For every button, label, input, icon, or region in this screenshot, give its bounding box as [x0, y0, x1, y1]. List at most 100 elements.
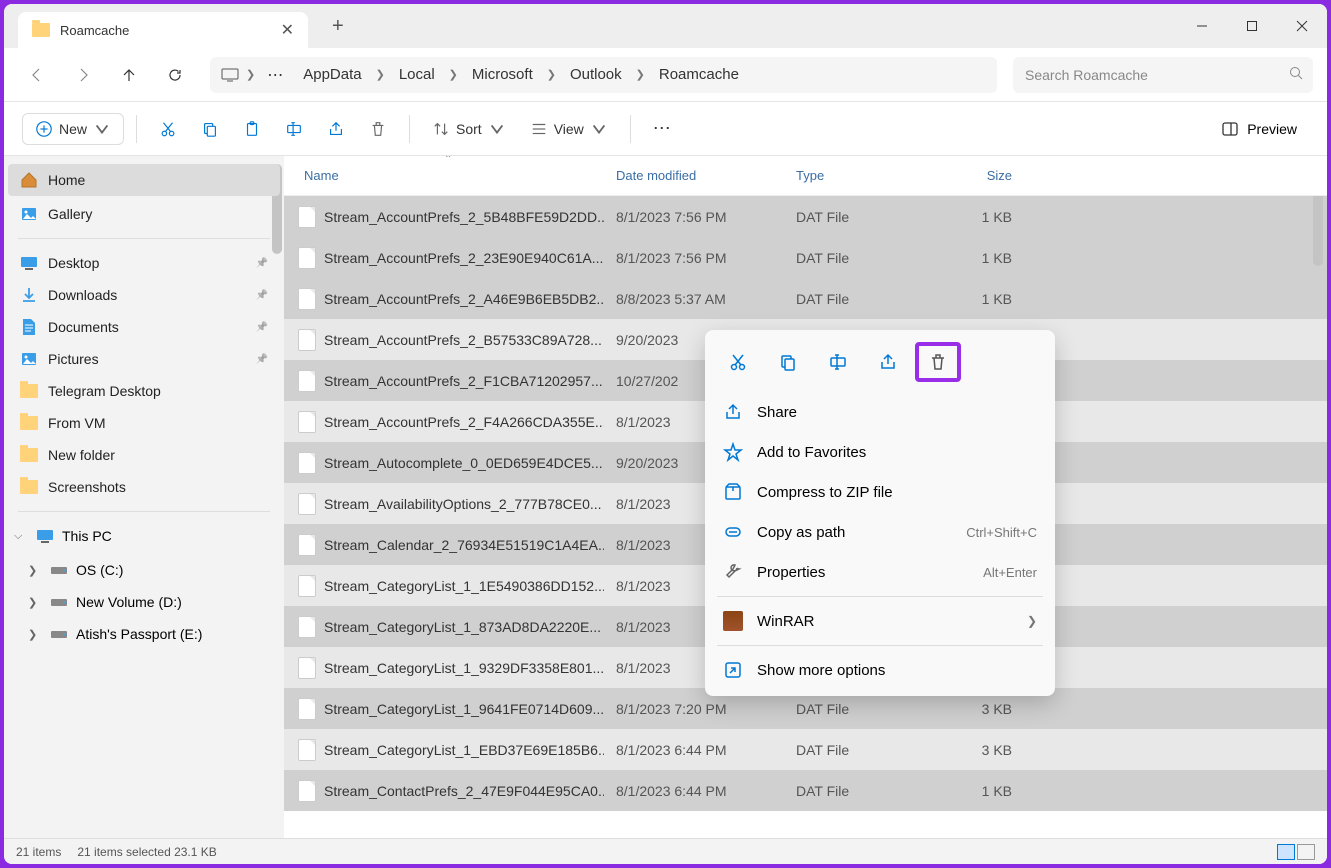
- address-bar: ❯ ⋯ AppData ❯ Local ❯ Microsoft ❯ Outloo…: [4, 48, 1327, 102]
- chevron-right-icon[interactable]: ❯: [244, 68, 257, 81]
- context-label: Compress to ZIP file: [757, 484, 893, 501]
- file-row[interactable]: Stream_AccountPrefs_2_5B48BFE59D2DD...8/…: [284, 196, 1327, 237]
- up-button[interactable]: [110, 56, 148, 94]
- breadcrumb-local[interactable]: Local: [391, 64, 443, 85]
- context-share[interactable]: Share: [711, 392, 1049, 432]
- breadcrumb-overflow[interactable]: ⋯: [261, 65, 291, 85]
- file-row[interactable]: Stream_CategoryList_1_EBD37E69E185B6...8…: [284, 729, 1327, 770]
- context-more-options[interactable]: Show more options: [711, 650, 1049, 690]
- sidebar-item-thispc[interactable]: ⌵ This PC: [8, 520, 280, 552]
- file-name: Stream_AccountPrefs_2_5B48BFE59D2DD...: [284, 206, 604, 228]
- file-icon: [298, 616, 316, 638]
- monitor-icon[interactable]: [220, 67, 240, 83]
- close-tab-icon[interactable]: ✕: [281, 20, 294, 40]
- rename-button[interactable]: [275, 114, 313, 144]
- chevron-right-icon: ❯: [28, 628, 42, 641]
- column-date[interactable]: Date modified: [604, 164, 784, 187]
- file-row[interactable]: Stream_AccountPrefs_2_23E90E940C61A...8/…: [284, 237, 1327, 278]
- maximize-button[interactable]: [1227, 4, 1277, 48]
- sidebar-item[interactable]: Desktop: [8, 247, 280, 279]
- sidebar-label: From VM: [48, 415, 106, 431]
- breadcrumb[interactable]: ❯ ⋯ AppData ❯ Local ❯ Microsoft ❯ Outloo…: [210, 57, 997, 93]
- tab-roamcache[interactable]: Roamcache ✕: [18, 12, 308, 48]
- folder-icon: [20, 382, 38, 400]
- context-winrar[interactable]: WinRAR ❯: [711, 601, 1049, 641]
- column-type[interactable]: Type: [784, 164, 934, 187]
- chevron-right-icon[interactable]: ❯: [545, 68, 558, 81]
- context-label: Copy as path: [757, 524, 845, 541]
- file-icon: [298, 780, 316, 802]
- context-compress[interactable]: Compress to ZIP file: [711, 472, 1049, 512]
- context-properties[interactable]: Properties Alt+Enter: [711, 552, 1049, 592]
- file-row[interactable]: Stream_ContactPrefs_2_47E9F044E95CA0...8…: [284, 770, 1327, 811]
- shortcut: Ctrl+Shift+C: [966, 525, 1037, 540]
- separator: [136, 115, 137, 143]
- column-headers: ⌃ Name Date modified Type Size: [284, 156, 1327, 196]
- sidebar-item[interactable]: Downloads: [8, 279, 280, 311]
- chevron-right-icon: ❯: [1027, 614, 1037, 628]
- preview-button[interactable]: Preview: [1209, 114, 1309, 144]
- context-copy-path[interactable]: Copy as path Ctrl+Shift+C: [711, 512, 1049, 552]
- file-type: DAT File: [784, 701, 934, 717]
- refresh-button[interactable]: [156, 56, 194, 94]
- sidebar-item[interactable]: Pictures: [8, 343, 280, 375]
- file-row[interactable]: Stream_AccountPrefs_2_A46E9B6EB5DB2...8/…: [284, 278, 1327, 319]
- breadcrumb-outlook[interactable]: Outlook: [562, 64, 630, 85]
- sidebar-item-home[interactable]: Home: [8, 164, 280, 196]
- context-delete-button[interactable]: [915, 342, 961, 382]
- sidebar-item-gallery[interactable]: Gallery: [8, 198, 280, 230]
- details-view-button[interactable]: [1277, 844, 1295, 860]
- sidebar-item-drive[interactable]: ❯New Volume (D:): [8, 586, 280, 618]
- forward-button[interactable]: [64, 56, 102, 94]
- titlebar: Roamcache ✕ +: [4, 4, 1327, 48]
- breadcrumb-appdata[interactable]: AppData: [295, 64, 369, 85]
- window: Roamcache ✕ + ❯ ⋯ AppData ❯ Local ❯ Micr…: [4, 4, 1327, 864]
- search-input[interactable]: Search Roamcache: [1013, 57, 1313, 93]
- sidebar-item[interactable]: Telegram Desktop: [8, 375, 280, 407]
- context-favorites[interactable]: Add to Favorites: [711, 432, 1049, 472]
- sidebar-item[interactable]: From VM: [8, 407, 280, 439]
- sidebar-label: OS (C:): [76, 562, 123, 578]
- new-button[interactable]: New: [22, 113, 124, 145]
- paste-button[interactable]: [233, 114, 271, 144]
- zip-icon: [723, 482, 743, 502]
- sidebar-item[interactable]: New folder: [8, 439, 280, 471]
- breadcrumb-microsoft[interactable]: Microsoft: [464, 64, 541, 85]
- sidebar-item-drive[interactable]: ❯Atish's Passport (E:): [8, 618, 280, 650]
- context-rename-button[interactable]: [815, 342, 861, 382]
- sidebar-item[interactable]: Documents: [8, 311, 280, 343]
- folder-icon: [20, 350, 38, 368]
- file-name: Stream_AccountPrefs_2_F1CBA71202957...: [284, 370, 604, 392]
- context-copy-button[interactable]: [765, 342, 811, 382]
- sidebar-item[interactable]: Screenshots: [8, 471, 280, 503]
- context-label: Show more options: [757, 662, 885, 679]
- delete-button[interactable]: [359, 114, 397, 144]
- status-items: 21 items: [16, 845, 61, 859]
- chevron-right-icon[interactable]: ❯: [447, 68, 460, 81]
- copy-button[interactable]: [191, 114, 229, 144]
- divider: [18, 511, 270, 512]
- sidebar-item-drive[interactable]: ❯OS (C:): [8, 554, 280, 586]
- file-size: 1 KB: [934, 250, 1024, 266]
- sort-button[interactable]: Sort: [422, 114, 516, 144]
- view-button[interactable]: View: [520, 114, 618, 144]
- close-button[interactable]: [1277, 4, 1327, 48]
- chevron-right-icon[interactable]: ❯: [374, 68, 387, 81]
- file-name: Stream_AvailabilityOptions_2_777B78CE0..…: [284, 493, 604, 515]
- breadcrumb-roamcache[interactable]: Roamcache: [651, 64, 747, 85]
- context-share-button[interactable]: [865, 342, 911, 382]
- new-tab-button[interactable]: +: [324, 11, 352, 42]
- context-cut-button[interactable]: [715, 342, 761, 382]
- file-icon: [298, 288, 316, 310]
- icons-view-button[interactable]: [1297, 844, 1315, 860]
- column-name[interactable]: Name: [284, 164, 604, 187]
- column-size[interactable]: Size: [934, 164, 1024, 187]
- chevron-right-icon[interactable]: ❯: [634, 68, 647, 81]
- cut-button[interactable]: [149, 114, 187, 144]
- share-button[interactable]: [317, 114, 355, 144]
- minimize-button[interactable]: [1177, 4, 1227, 48]
- file-icon: [298, 411, 316, 433]
- back-button[interactable]: [18, 56, 56, 94]
- new-label: New: [59, 121, 87, 137]
- more-button[interactable]: ⋯: [643, 112, 683, 145]
